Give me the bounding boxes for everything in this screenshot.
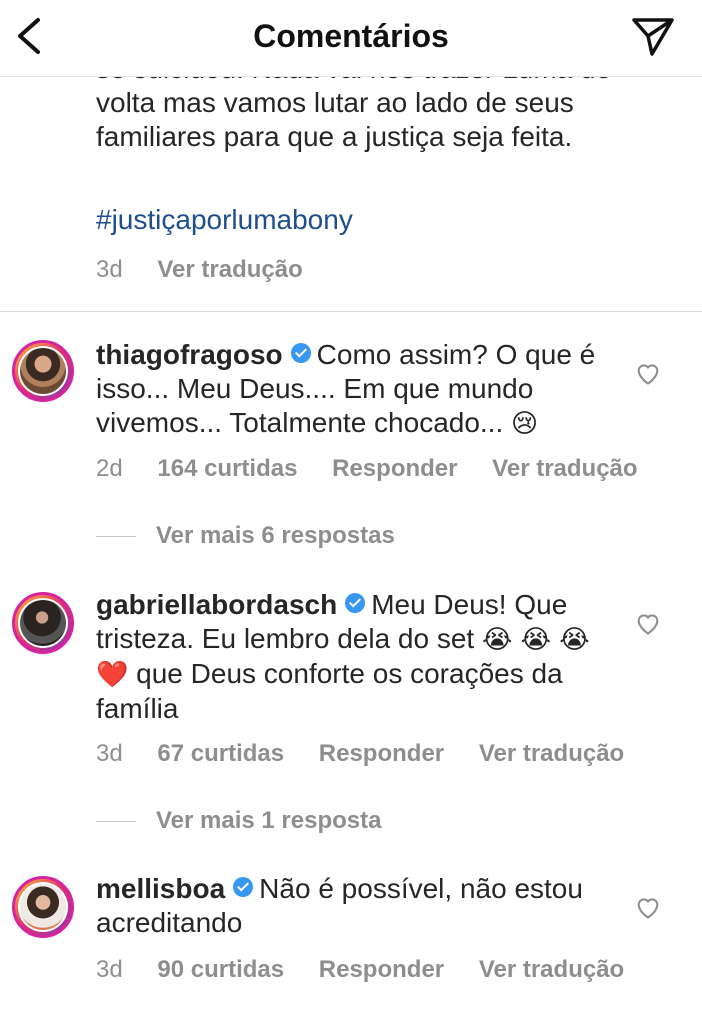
comment-meta: 3d 90 curtidas Responder Ver tradução — [96, 956, 652, 984]
avatar[interactable] — [12, 876, 74, 938]
likes-count[interactable]: 90 curtidas — [157, 956, 284, 983]
hashtag-link[interactable]: #justiçaporlumabony — [96, 204, 353, 236]
emoji: 😢 — [511, 409, 539, 439]
paper-plane-icon[interactable] — [630, 14, 676, 58]
translate-link[interactable]: Ver tradução — [479, 740, 624, 767]
avatar[interactable] — [12, 340, 74, 402]
reply-button[interactable]: Responder — [319, 740, 444, 767]
heart-outline-icon[interactable] — [634, 360, 662, 386]
translate-link[interactable]: Ver tradução — [479, 956, 624, 983]
likes-count[interactable]: 67 curtidas — [157, 740, 284, 767]
comment-time: 3d — [96, 740, 123, 767]
comment-meta: 3d 67 curtidas Responder Ver tradução — [96, 740, 652, 768]
caption-line: volta mas vamos lutar ao lado de seus — [96, 87, 574, 118]
view-more-replies-label: Ver mais 6 respostas — [156, 522, 395, 549]
verified-badge-icon — [345, 593, 366, 613]
comment-username[interactable]: thiagofragoso — [96, 339, 283, 370]
comment-body: mellisboa Não é possível, não estou acred… — [96, 872, 606, 940]
reply-button[interactable]: Responder — [332, 455, 457, 482]
header-bar: Comentários — [0, 0, 702, 77]
caption-line: familiares para que a justiça seja feita… — [96, 121, 573, 152]
comment-body: thiagofragoso Como assim? O que é isso...… — [96, 338, 606, 441]
comment-username[interactable]: gabriellabordasch — [96, 589, 337, 620]
avatar[interactable] — [12, 592, 74, 654]
page-title: Comentários — [253, 18, 449, 54]
caption-time: 3d — [96, 256, 123, 283]
view-more-replies-label: Ver mais 1 resposta — [156, 807, 382, 834]
heart-outline-icon[interactable] — [634, 894, 662, 920]
view-more-replies[interactable]: Ver mais 1 resposta — [96, 807, 381, 835]
heart-outline-icon[interactable] — [634, 610, 662, 636]
divider — [0, 311, 702, 312]
verified-badge-icon — [233, 877, 254, 897]
view-more-replies[interactable]: Ver mais 6 respostas — [96, 522, 395, 550]
replies-line — [96, 821, 136, 823]
translate-link[interactable]: Ver tradução — [492, 455, 637, 482]
comment-time: 2d — [96, 455, 123, 482]
caption-meta: 3d Ver tradução — [96, 256, 331, 284]
reply-button[interactable]: Responder — [319, 956, 444, 983]
likes-count[interactable]: 164 curtidas — [157, 455, 297, 482]
replies-line — [96, 536, 136, 538]
comment-meta: 2d 164 curtidas Responder Ver tradução — [96, 455, 666, 483]
comment-text-2: que Deus conforte os corações da família — [96, 658, 563, 724]
caption-translate-link[interactable]: Ver tradução — [157, 256, 302, 283]
verified-badge-icon — [290, 343, 311, 363]
comment-username[interactable]: mellisboa — [96, 873, 225, 904]
comment-time: 3d — [96, 956, 123, 983]
comment-body: gabriellabordasch Meu Deus! Que tristeza.… — [96, 588, 606, 726]
